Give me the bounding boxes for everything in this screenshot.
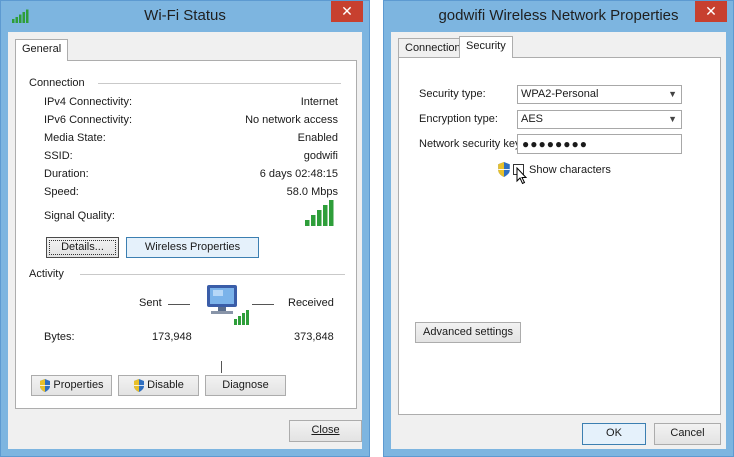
signal-quality-icon [305,200,334,226]
received-label: Received [288,297,334,309]
ipv4-label: IPv4 Connectivity: [44,96,133,108]
security-tab-panel: Security type: WPA2-Personal ▼ Encryptio… [398,57,721,415]
window-title: godwifi Wireless Network Properties [438,7,679,24]
cancel-button[interactable]: Cancel [654,423,721,445]
chevron-down-icon: ▼ [668,114,677,124]
show-characters-label[interactable]: Show characters [529,164,611,176]
security-type-label: Security type: [419,88,486,100]
details-button-label: Details... [61,241,104,253]
signal-quality-label: Signal Quality: [44,210,115,222]
sent-label: Sent [139,297,162,309]
ipv4-value: Internet [300,96,338,108]
bytes-received-value: 373,848 [294,331,334,343]
close-button[interactable]: Close [289,420,362,442]
general-tab-panel: Connection IPv4 Connectivity: Internet I… [15,60,357,409]
duration-value: 6 days 02:48:15 [259,168,338,180]
ssid-label: SSID: [44,150,73,162]
encryption-type-value: AES [521,113,544,125]
duration-label: Duration: [44,168,89,180]
security-type-value: WPA2-Personal [521,88,599,100]
disable-button-label: Disable [147,379,184,391]
window-client-area: General Connection IPv4 Connectivity: In… [8,32,362,449]
close-button-label: Close [311,424,340,436]
signal-bar [317,210,322,226]
close-window-button[interactable]: ✕ [695,1,727,22]
mouse-pointer-icon [516,167,528,185]
uac-shield-icon [40,378,51,392]
activity-divider [80,274,345,275]
diagnose-button-label: Diagnose [222,379,269,391]
tab-security[interactable]: Security [459,36,513,58]
speed-value: 58.0 Mbps [286,186,338,198]
encryption-type-select[interactable]: AES ▼ [517,110,682,129]
media-state-value: Enabled [297,132,338,144]
chevron-down-icon: ▼ [668,89,677,99]
disable-button[interactable]: Disable [118,375,199,396]
properties-button[interactable]: Properties [31,375,112,396]
speed-label: Speed: [44,186,79,198]
activity-center-line [221,361,222,373]
network-computer-icon [207,285,249,325]
ok-button-label: OK [606,427,622,439]
network-key-label: Network security key [419,138,521,150]
connection-heading: Connection [29,77,85,89]
activity-heading: Activity [29,268,64,280]
signal-bar [305,220,310,226]
uac-shield-icon [498,162,510,177]
diagnose-button[interactable]: Diagnose [205,375,286,396]
advanced-settings-button-label: Advanced settings [423,326,513,338]
tab-general[interactable]: General [15,39,69,61]
ipv6-label: IPv6 Connectivity: [44,114,133,126]
wireless-properties-window: godwifi Wireless Network Properties ✕ Co… [383,0,734,457]
title-bar[interactable]: godwifi Wireless Network Properties ✕ [384,1,733,32]
signal-bar [329,200,334,226]
window-title: Wi-Fi Status [144,7,226,24]
encryption-type-label: Encryption type: [419,113,498,125]
close-window-button[interactable]: ✕ [331,1,363,22]
wifi-status-window: Wi-Fi Status ✕ General Connection IPv4 C… [0,0,370,457]
connection-divider [98,83,341,84]
details-button[interactable]: Details... [46,237,119,258]
bytes-label: Bytes: [44,331,75,343]
tab-connection[interactable]: Connection [398,38,468,58]
ok-button[interactable]: OK [582,423,646,445]
uac-shield-icon [134,378,145,392]
signal-bar [311,215,316,226]
advanced-settings-button[interactable]: Advanced settings [415,322,521,343]
media-state-label: Media State: [44,132,106,144]
ipv6-value: No network access [245,114,338,126]
signal-bar [323,205,328,226]
received-line [252,304,274,305]
cancel-button-label: Cancel [670,427,705,439]
security-type-select[interactable]: WPA2-Personal ▼ [517,85,682,104]
wireless-properties-button[interactable]: Wireless Properties [126,237,259,258]
properties-button-label: Properties [53,379,104,391]
window-client-area: Connection Security Security type: WPA2-… [391,32,726,449]
wireless-properties-button-label: Wireless Properties [144,241,241,253]
bytes-sent-value: 173,948 [152,331,192,343]
sent-line [168,304,190,305]
ssid-value: godwifi [303,150,338,162]
network-key-input[interactable]: ●●●●●●●● [517,134,682,154]
title-bar[interactable]: Wi-Fi Status ✕ [1,1,369,32]
